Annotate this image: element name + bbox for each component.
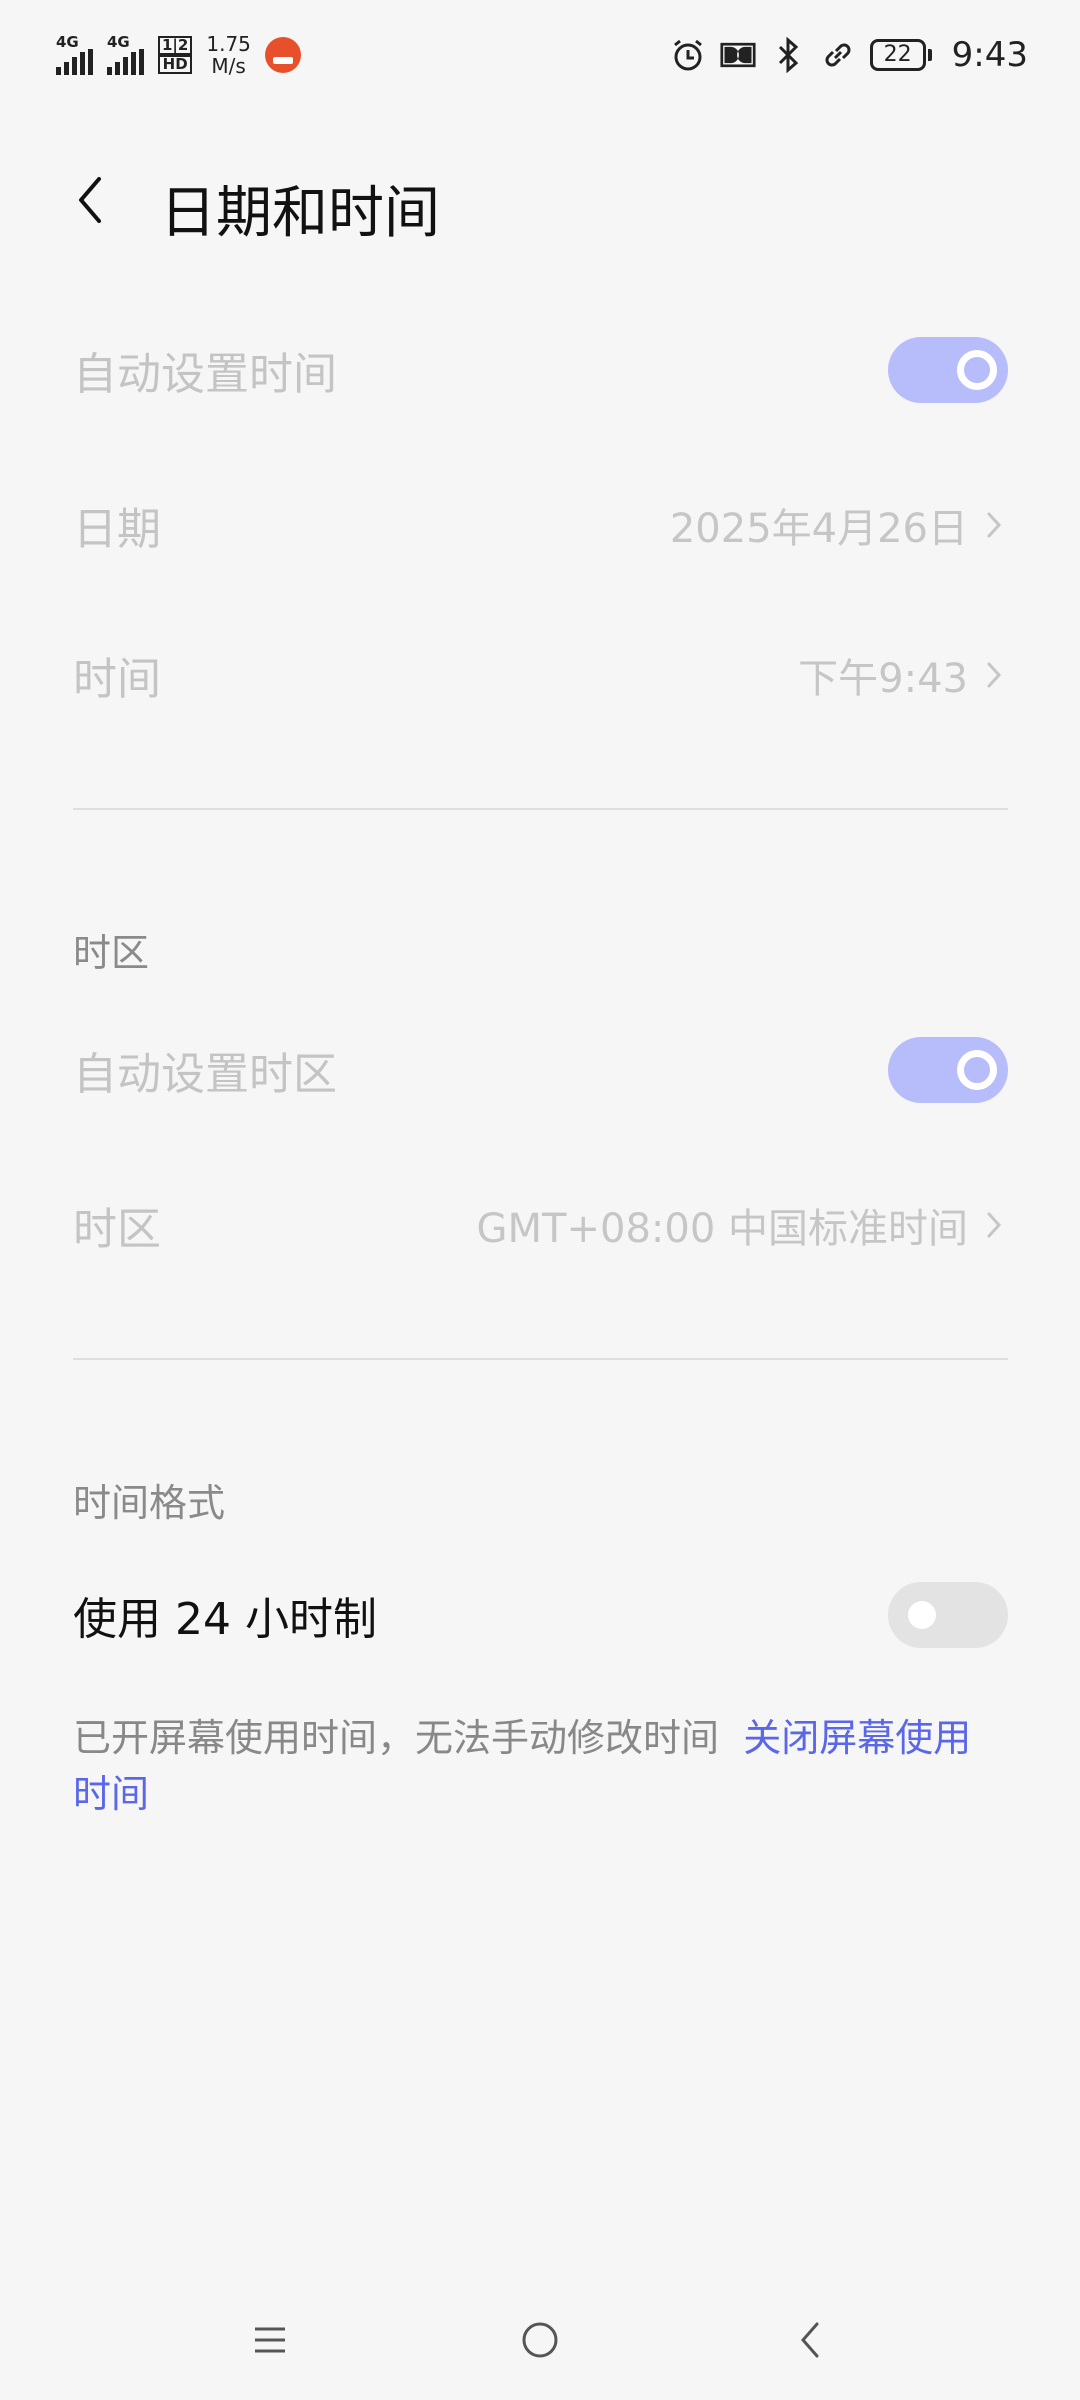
section-divider — [73, 808, 1008, 810]
format-section-title: 时间格式 — [73, 1481, 226, 1525]
auto-timezone-row[interactable]: 自动设置时区 — [73, 1030, 1008, 1110]
timezone-value: GMT+08:00 中国标准时间 — [476, 1206, 968, 1252]
alarm-icon — [670, 37, 706, 73]
auto-time-label: 自动设置时间 — [73, 349, 337, 400]
use-24h-label: 使用 24 小时制 — [73, 1594, 377, 1645]
dolby-icon — [720, 37, 756, 73]
app-header: 日期和时间 — [0, 150, 1080, 250]
bluetooth-icon — [770, 37, 806, 73]
network-type-label: 4G — [56, 33, 79, 51]
timezone-label: 时区 — [73, 1204, 161, 1255]
menu-icon — [255, 2327, 285, 2353]
auto-time-row[interactable]: 自动设置时间 — [73, 330, 1008, 410]
notice-text: 已开屏幕使用时间，无法手动修改时间 — [73, 1716, 720, 1760]
date-value: 2025年4月26日 — [669, 506, 968, 552]
nav-back-button[interactable] — [770, 2300, 850, 2380]
auto-timezone-toggle[interactable] — [888, 1037, 1008, 1103]
network-type-label: 4G — [107, 33, 130, 51]
navigation-bar — [0, 2280, 1080, 2400]
recent-apps-button[interactable] — [230, 2300, 310, 2380]
screen-time-notice: 已开屏幕使用时间，无法手动修改时间 关闭屏幕使用时间 — [73, 1710, 1008, 1822]
date-label: 日期 — [73, 504, 161, 555]
status-clock: 9:43 — [951, 35, 1028, 75]
time-value: 下午9:43 — [798, 656, 968, 702]
hd-icon: 1|2 HD — [158, 36, 193, 74]
home-icon — [522, 2322, 558, 2358]
back-button[interactable] — [62, 172, 118, 228]
section-divider — [73, 1358, 1008, 1360]
status-bar-right: 22 9:43 — [670, 35, 1028, 75]
timezone-row[interactable]: 时区 GMT+08:00 中国标准时间 — [73, 1185, 1008, 1265]
hd-sim-label: 1|2 — [158, 36, 193, 55]
use-24h-toggle[interactable] — [888, 1582, 1008, 1648]
auto-timezone-label: 自动设置时区 — [73, 1049, 337, 1100]
signal-icon: 4G — [107, 35, 144, 75]
chevron-left-icon — [79, 177, 101, 223]
link-icon — [820, 37, 856, 73]
chevron-right-icon — [986, 1208, 1008, 1242]
speed-unit: M/s — [211, 54, 246, 78]
battery-icon: 22 — [869, 39, 932, 71]
use-24h-row[interactable]: 使用 24 小时制 — [73, 1575, 1008, 1655]
chevron-right-icon — [986, 508, 1008, 542]
time-row[interactable]: 时间 下午9:43 — [73, 635, 1008, 715]
app-notification-icon — [264, 37, 301, 73]
back-icon — [801, 2322, 819, 2358]
auto-time-toggle[interactable] — [888, 337, 1008, 403]
time-label: 时间 — [73, 654, 161, 705]
status-bar-left: 4G 4G 1|2 HD 1.75 M/s — [56, 33, 301, 77]
network-speed: 1.75 M/s — [206, 33, 251, 77]
home-button[interactable] — [500, 2300, 580, 2380]
page-title: 日期和时间 — [160, 181, 440, 246]
date-row[interactable]: 日期 2025年4月26日 — [73, 485, 1008, 565]
speed-value: 1.75 — [206, 32, 251, 56]
chevron-right-icon — [986, 658, 1008, 692]
signal-icon: 4G — [56, 35, 93, 75]
battery-level: 22 — [869, 39, 926, 71]
hd-label: HD — [158, 55, 193, 74]
status-bar: 4G 4G 1|2 HD 1.75 M/s 22 9:43 — [0, 0, 1080, 110]
timezone-section-title: 时区 — [73, 931, 150, 975]
screen: 4G 4G 1|2 HD 1.75 M/s 22 9:43 日期和时间 自动设置… — [0, 0, 1080, 2400]
